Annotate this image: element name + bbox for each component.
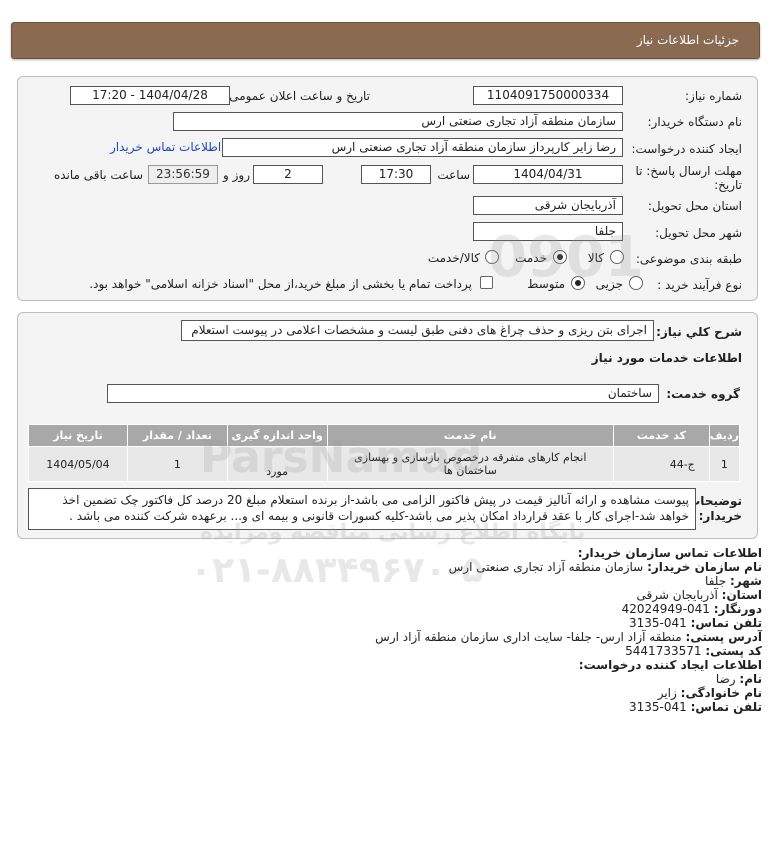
contact-org-row: نام سازمان خریدار: سازمان منطقه آزاد تجا…	[448, 560, 762, 574]
process-medium-label: متوسط	[527, 277, 565, 291]
buyer-org-field: سازمان منطقه آزاد تجاری صنعتی ارس	[173, 112, 623, 131]
process-label: نوع فرآیند خرید :	[657, 278, 742, 292]
days-field: 2	[253, 165, 323, 184]
category-goods-label: کالا	[587, 251, 604, 265]
buyer-org-label: نام دستگاه خریدار:	[647, 115, 743, 129]
remaining-time-field: 23:56:59	[148, 165, 218, 184]
province-field: آذربایجان شرقی	[473, 196, 623, 215]
process-radio-minor[interactable]	[629, 276, 643, 290]
deadline-time-field: 17:30	[361, 165, 431, 184]
cell-row-number: 1	[708, 446, 741, 482]
need-number-field: 1104091750000334	[473, 86, 623, 105]
need-details-panel	[17, 76, 758, 301]
col-need-date: تاریخ نیاز	[28, 424, 128, 447]
watermark-phone: ۰۲۱-۸۸۳۴۹۶۷۰-۵	[190, 550, 484, 591]
cell-service-name: انجام کارهای متفرقه درخصوص بازسازی و بهس…	[326, 446, 614, 482]
process-radio-medium[interactable]	[571, 276, 585, 290]
category-radio-goods-service[interactable]	[485, 250, 499, 264]
deadline-label: مهلت ارسال پاسخ: تا	[635, 164, 742, 178]
creator-field: رضا زایر کارپرداز سازمان منطقه آزاد تجار…	[222, 138, 623, 157]
cell-unit: مورد	[226, 446, 328, 482]
province-label: استان محل تحویل:	[647, 199, 742, 213]
page-title: جزئیات اطلاعات نیاز	[636, 33, 739, 47]
announce-label: تاریخ و ساعت اعلان عمومی:	[225, 89, 370, 103]
category-service-label: خدمت	[515, 251, 547, 265]
creator-phone-row: تلفن تماس: 041-3135	[628, 700, 762, 714]
creator-label: ایجاد کننده درخواست:	[631, 142, 742, 156]
category-goods-service-label: کالا/خدمت	[427, 251, 480, 265]
services-table: ردیف کد خدمت نام خدمت واحد اندازه گیری ت…	[28, 424, 741, 482]
col-service-code: کد خدمت	[612, 424, 710, 447]
cell-service-code: ج-44	[612, 446, 710, 482]
city-field: جلفا	[473, 222, 623, 241]
contact-postal-row: کد پستی: 5441733571	[625, 644, 762, 658]
cell-quantity: 1	[126, 446, 228, 482]
process-minor-label: جزیی	[595, 277, 623, 291]
service-group-field: ساختمان	[107, 384, 659, 403]
service-group-label: گروه خدمت:	[666, 387, 740, 401]
creator-last-name-row: نام خانوادگی: زایر	[657, 686, 762, 700]
col-row-number: ردیف	[708, 424, 741, 447]
contact-title: اطلاعات تماس سازمان خریدار:	[577, 546, 762, 560]
treasury-payment-note: پرداخت تمام یا بخشی از مبلغ خرید،از محل …	[89, 277, 472, 291]
contact-province-row: استان: آذربایجان شرقی	[636, 588, 762, 602]
notes-label-buyer: خریدار:	[698, 509, 742, 523]
description-field: اجرای بتن ریزی و حذف چراغ های دفنی طبق ل…	[181, 320, 654, 341]
category-radio-service[interactable]	[553, 250, 567, 264]
page-header: جزئیات اطلاعات نیاز	[11, 22, 760, 59]
description-label: شرح كلي نیاز:	[656, 325, 742, 339]
table-header-row: ردیف کد خدمت نام خدمت واحد اندازه گیری ت…	[28, 424, 741, 447]
col-unit: واحد اندازه گیری	[226, 424, 328, 447]
city-label: شهر محل تحویل:	[655, 226, 742, 240]
contact-address-row: آدرس پستی: منطقه آزاد ارس- جلفا- سایت اد…	[375, 630, 762, 644]
buyer-contact-link[interactable]: اطلاعات تماس خریدار	[110, 140, 221, 154]
col-service-name: نام خدمت	[326, 424, 614, 447]
col-quantity: تعداد / مقدار	[126, 424, 228, 447]
cell-need-date: 1404/05/04	[28, 446, 128, 482]
notes-label: توضیحات	[688, 494, 742, 508]
remaining-label: ساعت باقی مانده	[53, 168, 143, 182]
treasury-payment-checkbox[interactable]	[480, 276, 493, 289]
table-row: 1 ج-44 انجام کارهای متفرقه درخصوص بازساز…	[28, 446, 741, 482]
category-radio-goods[interactable]	[610, 250, 624, 264]
deadline-date-label: تاریخ:	[714, 178, 742, 192]
days-label: روز و	[223, 168, 250, 182]
creator-first-name-row: نام: رضا	[715, 672, 762, 686]
deadline-date-field: 1404/04/31	[473, 165, 623, 184]
deadline-time-label: ساعت	[437, 168, 470, 182]
creator-info-title: اطلاعات ایجاد کننده درخواست:	[578, 658, 762, 672]
announce-field: 1404/04/28 - 17:20	[70, 86, 230, 105]
category-label: طبقه بندی موضوعی:	[635, 252, 742, 266]
contact-city-row: شهر: جلفا	[705, 574, 762, 588]
need-number-label: شماره نیاز:	[685, 89, 742, 103]
contact-phone-row: تلفن تماس: 041-3135	[628, 616, 762, 630]
services-title: اطلاعات خدمات مورد نیاز	[591, 351, 742, 365]
notes-field: پیوست مشاهده و ارائه آنالیز قیمت در پیش …	[28, 488, 696, 530]
contact-fax-row: دورنگار: 041-42024949	[621, 602, 762, 616]
